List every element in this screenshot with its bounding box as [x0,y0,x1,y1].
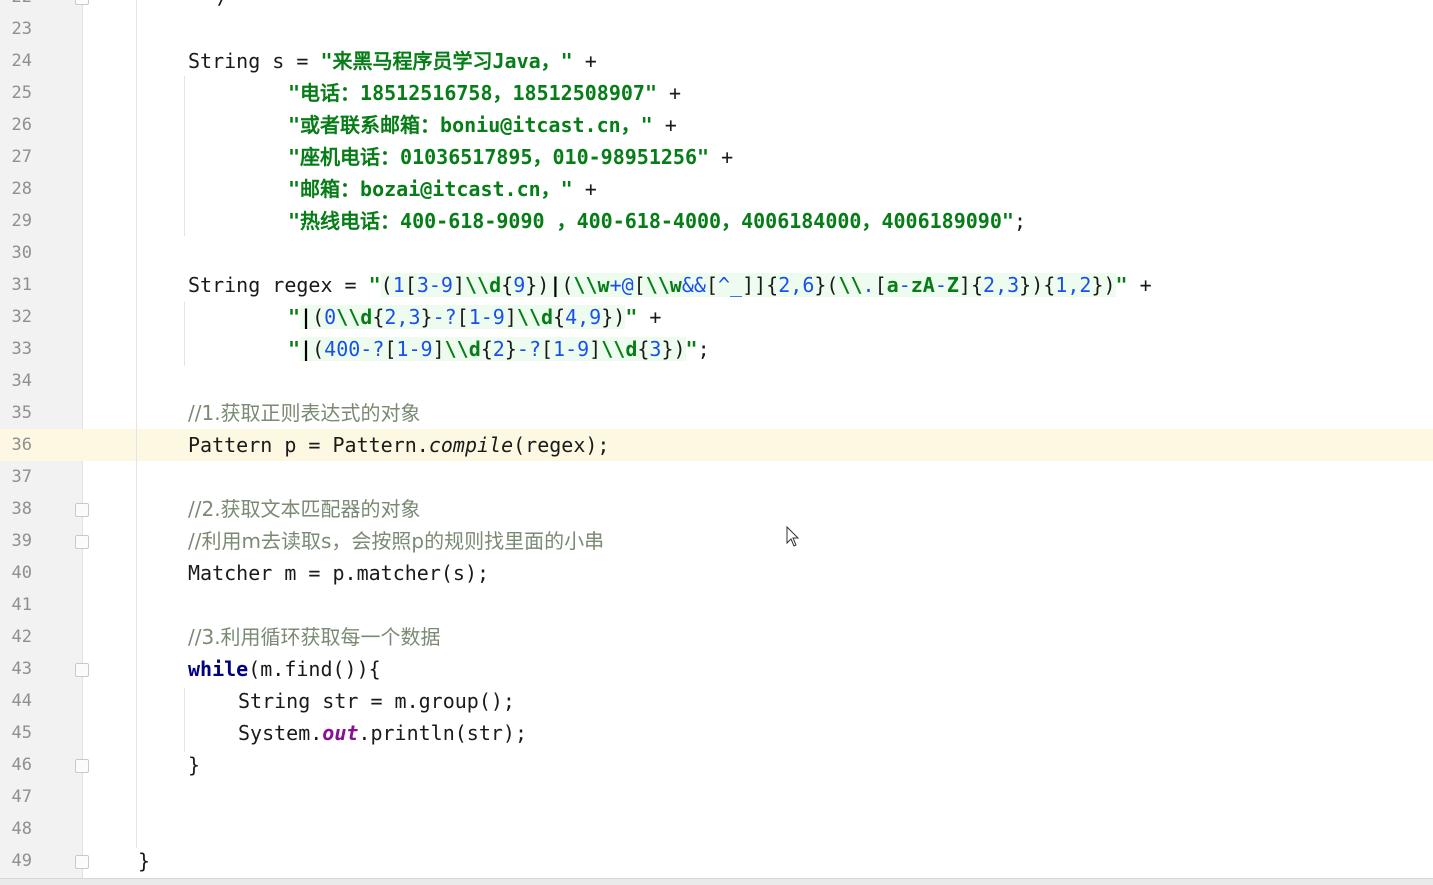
line-number[interactable]: 43 [0,659,32,679]
indent-guide [184,688,185,752]
code-text: "座机电话：01036517895，010-98951256" + [288,145,734,169]
code-line[interactable]: 48 [0,813,1433,845]
line-number[interactable]: 39 [0,531,32,551]
code-line[interactable]: 38 //2.获取文本匹配器的对象 [0,493,1433,525]
code-line[interactable]: 39 //利用m去读取s，会按照p的规则找里面的小串 [0,525,1433,557]
line-number[interactable]: 41 [0,595,32,615]
line-number[interactable]: 28 [0,179,32,199]
line-number[interactable]: 29 [0,211,32,231]
line-number[interactable]: 34 [0,371,32,391]
line-number[interactable]: 46 [0,755,32,775]
fold-marker-icon[interactable] [75,663,89,677]
indent-guide [184,302,185,366]
code-line[interactable]: 29 "热线电话：400-618-9090 ，400-618-4000，40061… [0,205,1433,237]
line-number[interactable]: 40 [0,563,32,583]
code-line[interactable]: 30 [0,237,1433,269]
code-line[interactable]: 37 [0,461,1433,493]
code-text: */ [205,0,229,9]
code-line[interactable]: 41 [0,589,1433,621]
fold-marker-icon[interactable] [75,855,89,869]
code-text: //2.获取文本匹配器的对象 [188,497,421,521]
code-text: //3.利用循环获取每一个数据 [188,625,441,649]
code-line[interactable]: 28 "邮箱：bozai@itcast.cn，" + [0,173,1433,205]
code-line[interactable]: 22 */ [0,0,1433,13]
code-text: Matcher m = p.matcher(s); [188,561,490,585]
code-line[interactable]: 40 Matcher m = p.matcher(s); [0,557,1433,589]
code-line[interactable]: 27 "座机电话：01036517895，010-98951256" + [0,141,1433,173]
code-line[interactable]: 31 String regex = "(1[3-9]\\d{9})|(\\w+@[… [0,269,1433,301]
line-number[interactable]: 35 [0,403,32,423]
line-number[interactable]: 24 [0,51,32,71]
code-text: "邮箱：bozai@itcast.cn，" + [288,177,597,201]
line-number[interactable]: 23 [0,19,32,39]
fold-marker-icon[interactable] [75,0,89,5]
code-text: String str = m.group(); [238,689,515,713]
code-line[interactable]: 35 //1.获取正则表达式的对象 [0,397,1433,429]
line-number[interactable]: 25 [0,83,32,103]
code-text: while(m.find()){ [188,657,381,681]
code-line[interactable]: 24 String s = "来黑马程序员学习Java，" + [0,45,1433,77]
fold-marker-icon[interactable] [75,503,89,517]
indent-guide [136,0,137,848]
line-number[interactable]: 22 [0,0,32,7]
line-number[interactable]: 47 [0,787,32,807]
line-number[interactable]: 30 [0,243,32,263]
line-number[interactable]: 36 [0,435,32,455]
mouse-pointer-icon [786,526,800,547]
code-line[interactable]: 46} [0,749,1433,781]
code-text: "热线电话：400-618-9090 ，400-618-4000，4006184… [288,209,1026,233]
fold-marker-icon[interactable] [75,759,89,773]
horizontal-scrollbar[interactable] [0,878,1433,885]
code-text: "|(400-?[1-9]\\d{2}-?[1-9]\\d{3})"; [288,337,710,361]
code-text: "或者联系邮箱：boniu@itcast.cn，" + [288,113,677,137]
code-line[interactable]: 43 while(m.find()){ [0,653,1433,685]
line-number[interactable]: 27 [0,147,32,167]
code-text: Pattern p = Pattern.compile(regex); [188,433,610,457]
line-number[interactable]: 33 [0,339,32,359]
code-line[interactable]: 32 "|(0\\d{2,3}-?[1-9]\\d{4,9})" + [0,301,1433,333]
code-text: System.out.println(str); [238,721,527,745]
indent-guide [184,76,185,236]
code-line[interactable]: 26 "或者联系邮箱：boniu@itcast.cn，" + [0,109,1433,141]
line-number[interactable]: 49 [0,851,32,871]
code-line[interactable]: 33 "|(400-?[1-9]\\d{2}-?[1-9]\\d{3})"; [0,333,1433,365]
code-line[interactable]: 45 System.out.println(str); [0,717,1433,749]
line-number[interactable]: 38 [0,499,32,519]
code-line[interactable]: 49} [0,845,1433,877]
line-number[interactable]: 48 [0,819,32,839]
code-text: String s = "来黑马程序员学习Java，" + [188,49,597,73]
code-text: //1.获取正则表达式的对象 [188,401,421,425]
line-number[interactable]: 26 [0,115,32,135]
code-text: //利用m去读取s，会按照p的规则找里面的小串 [188,529,605,553]
fold-marker-icon[interactable] [75,535,89,549]
code-text: String regex = "(1[3-9]\\d{9})|(\\w+@[\\… [188,273,1152,297]
code-text: "|(0\\d{2,3}-?[1-9]\\d{4,9})" + [288,305,662,329]
code-text: } [138,849,151,873]
line-number[interactable]: 42 [0,627,32,647]
code-line[interactable]: 25 "电话：18512516758，18512508907" + [0,77,1433,109]
line-number[interactable]: 32 [0,307,32,327]
line-number[interactable]: 31 [0,275,32,295]
code-editor[interactable]: 22 */ 23 24 String s = "来黑马程序员学习Java，" + 25 "电… [0,0,1433,885]
code-line[interactable]: 36 Pattern p = Pattern.compile(regex); [0,429,1433,461]
code-text: "电话：18512516758，18512508907" + [288,81,682,105]
line-number[interactable]: 45 [0,723,32,743]
code-line[interactable]: 34 [0,365,1433,397]
code-text: } [188,753,201,777]
code-line[interactable]: 44 String str = m.group(); [0,685,1433,717]
code-line[interactable]: 42 //3.利用循环获取每一个数据 [0,621,1433,653]
code-line[interactable]: 23 [0,13,1433,45]
code-line[interactable]: 47 [0,781,1433,813]
line-number[interactable]: 44 [0,691,32,711]
line-number[interactable]: 37 [0,467,32,487]
